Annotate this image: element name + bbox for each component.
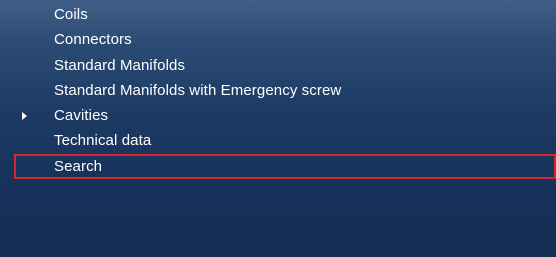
menu-panel: Coils Connectors Standard Manifolds Stan… bbox=[0, 0, 556, 257]
menu-item-standard-manifolds-emergency-screw[interactable]: Standard Manifolds with Emergency screw bbox=[0, 78, 556, 103]
menu-item-label: Technical data bbox=[54, 132, 152, 150]
menu-item-coils[interactable]: Coils bbox=[0, 2, 556, 27]
menu-item-label: Standard Manifolds with Emergency screw bbox=[54, 81, 342, 99]
menu-item-technical-data[interactable]: Technical data bbox=[0, 128, 556, 153]
menu-item-label: Search bbox=[54, 157, 103, 175]
menu-item-cavities[interactable]: Cavities bbox=[0, 103, 556, 128]
menu-item-label: Coils bbox=[54, 6, 88, 23]
menu-item-label: Standard Manifolds bbox=[54, 56, 186, 74]
menu-item-connectors[interactable]: Connectors bbox=[0, 27, 556, 52]
menu-item-label: Connectors bbox=[54, 31, 132, 49]
menu-list: Coils Connectors Standard Manifolds Stan… bbox=[0, 2, 556, 180]
caret-right-icon bbox=[22, 112, 27, 121]
menu-item-standard-manifolds[interactable]: Standard Manifolds bbox=[0, 53, 556, 78]
menu-item-search[interactable]: Search bbox=[14, 153, 556, 180]
menu-item-label: Cavities bbox=[54, 107, 109, 125]
